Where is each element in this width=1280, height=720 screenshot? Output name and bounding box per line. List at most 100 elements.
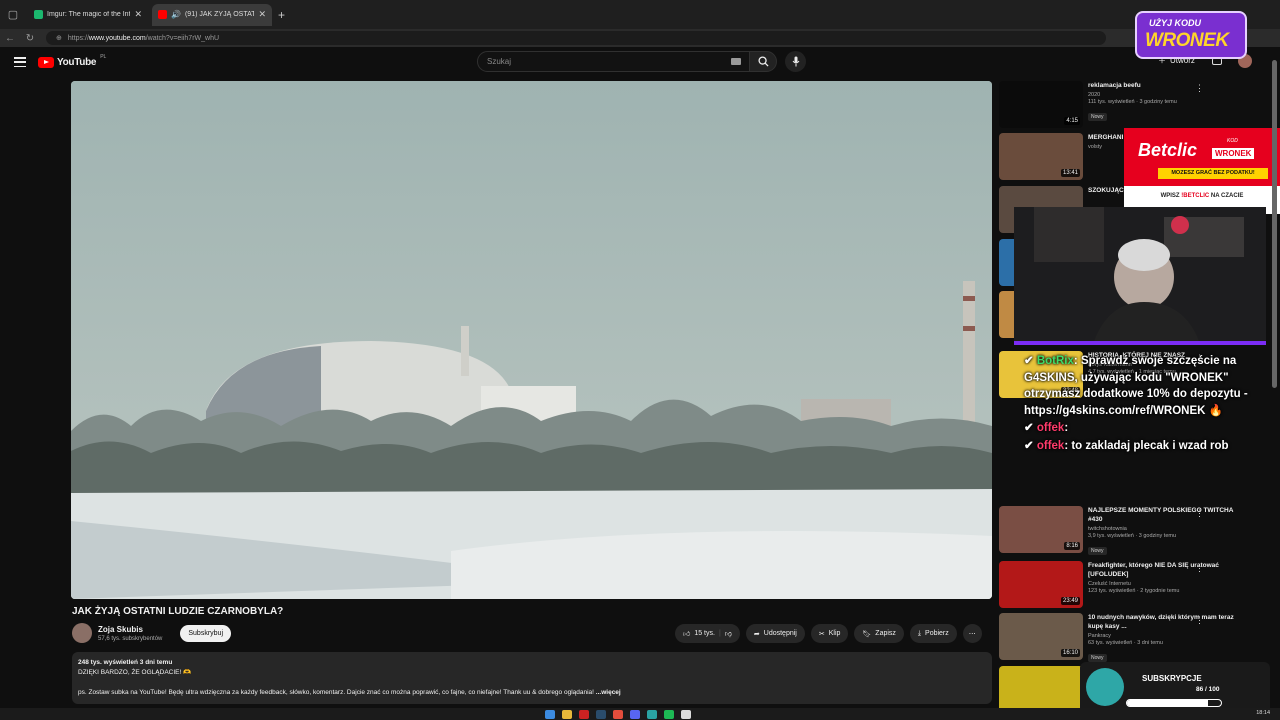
recommended-video[interactable]: 16:10 10 nudnych nawyków, dzięki którym m…: [999, 613, 1269, 663]
browser-icon[interactable]: [647, 709, 657, 719]
video-thumbnail[interactable]: [999, 666, 1083, 713]
video-duration: 4:15: [1064, 117, 1080, 125]
video-duration: 16:10: [1060, 649, 1080, 657]
video-description[interactable]: 248 tys. wyświetleń 3 dni temu DZIĘKI BA…: [72, 652, 992, 704]
more-actions-button[interactable]: ⋯: [962, 624, 982, 643]
tab-youtube[interactable]: 🔊 (91) JAK ŻYJĄ OSTATNI LUDZ ✕: [152, 3, 272, 26]
video-title[interactable]: Freakfighter, którego NIE DA SIĘ uratowa…: [1088, 561, 1238, 579]
channel-name[interactable]: Zoja Skubis: [98, 625, 162, 634]
save-button[interactable]: 🔖︎ Zapisz: [854, 624, 904, 643]
thumbs-up-icon: 👍︎: [683, 631, 691, 638]
url-field[interactable]: ⊕ https://www.youtube.com/watch?v=eiih7r…: [46, 31, 1106, 45]
video-thumbnail[interactable]: 4:15: [999, 81, 1083, 128]
microphone-icon: [792, 56, 799, 67]
share-button[interactable]: ➦ Udostępnij: [745, 624, 805, 643]
video-thumbnail[interactable]: 8:16: [999, 506, 1083, 553]
subscription-goal: SUBSKRYPCJE 86 / 100: [1080, 662, 1270, 714]
betclic-code: WRONEK: [1212, 148, 1255, 159]
new-badge: Nowy: [1088, 547, 1107, 555]
video-info: 10 nudnych nawyków, dzięki którym mam te…: [1088, 613, 1238, 664]
os-taskbar: 18:14: [0, 708, 1280, 720]
video-thumbnail[interactable]: 23:49: [999, 561, 1083, 608]
chrome-icon[interactable]: [613, 709, 623, 719]
like-count: 15 tys.: [694, 630, 715, 637]
spotify-icon[interactable]: [664, 709, 674, 719]
more-options-icon[interactable]: ⋮: [1195, 615, 1204, 626]
betclic-bottom-b: !BETCLIC: [1181, 193, 1210, 199]
download-button[interactable]: ⤓ Pobierz: [909, 624, 957, 643]
start-icon[interactable]: [545, 709, 555, 719]
video-info: reklamacja beefu 2020 111 tys. wyświetleń …: [1088, 81, 1238, 123]
region-label: PL: [100, 54, 107, 60]
save-label: Zapisz: [875, 630, 896, 637]
chat-user: offek: [1036, 439, 1065, 452]
stream-chat: ✔ BotRix: Sprawdź swoje szczęście na G4S…: [1024, 353, 1259, 455]
recommended-video[interactable]: 4:15 reklamacja beefu 2020 111 tys. wyświet…: [999, 81, 1269, 131]
clip-button[interactable]: ✂ Klip: [810, 624, 849, 643]
youtube-favicon-icon: [158, 10, 167, 19]
url-host: www.youtube.com: [88, 34, 146, 42]
goal-progress-fill: [1127, 700, 1208, 706]
close-tab-icon[interactable]: ✕: [134, 9, 142, 20]
site-info-icon[interactable]: ⊕: [56, 34, 62, 42]
recommended-video[interactable]: 8:16 NAJLEPSZE MOMENTY POLSKIEGO TWITCHA …: [999, 506, 1269, 556]
voice-search-button[interactable]: [785, 51, 806, 72]
window-menu-icon[interactable]: ▢: [2, 4, 24, 26]
recommended-video[interactable]: 23:49 Freakfighter, którego NIE DA SIĘ ur…: [999, 561, 1269, 611]
subscribe-button[interactable]: Subskrybuj: [180, 624, 232, 642]
page-scrollbar[interactable]: [1272, 60, 1277, 388]
video-actions: 👍︎ 15 tys. | 👎︎ ➦ Udostępnij ✂ Klip 🔖︎ Zapisz …: [675, 624, 982, 643]
app-icon[interactable]: [579, 709, 589, 719]
search-input[interactable]: Szukaj: [477, 51, 750, 72]
file-explorer-icon[interactable]: [562, 709, 572, 719]
video-views: 3,9 tys. wyświetleń · 3 godziny temu: [1088, 533, 1177, 539]
video-title[interactable]: 10 nudnych nawyków, dzięki którym mam te…: [1088, 613, 1238, 631]
youtube-logo[interactable]: YouTube PL: [38, 54, 107, 68]
video-title[interactable]: NAJLEPSZE MOMENTY POLSKIEGO TWITCHA #430: [1088, 506, 1238, 524]
thumbs-down-icon[interactable]: 👎︎: [725, 629, 732, 638]
new-tab-icon[interactable]: +: [278, 8, 285, 22]
more-options-icon[interactable]: ⋮: [1195, 563, 1204, 574]
close-tab-icon[interactable]: ✕: [258, 9, 266, 20]
video-info: Freakfighter, którego NIE DA SIĘ uratowa…: [1088, 561, 1238, 594]
goal-label: SUBSKRYPCJE: [1142, 674, 1202, 683]
tab-label: (91) JAK ŻYJĄ OSTATNI LUDZ: [184, 11, 255, 18]
like-button[interactable]: 👍︎ 15 tys. | 👎︎: [675, 624, 740, 643]
audio-playing-icon[interactable]: 🔊: [171, 10, 181, 19]
more-options-icon[interactable]: ⋮: [1195, 508, 1204, 519]
reload-icon[interactable]: ↻: [20, 33, 40, 44]
tab-imgur[interactable]: Imgur: The magic of the Internet ✕: [28, 4, 148, 26]
steam-icon[interactable]: [596, 709, 606, 719]
youtube-play-icon: [38, 56, 54, 68]
betclic-bottom-c: NA CZACIE: [1209, 193, 1244, 199]
chat-text: : to zakladaj plecak i wzad rob: [1064, 439, 1229, 452]
show-more-link[interactable]: ...więcej: [596, 689, 621, 696]
search-button[interactable]: [749, 51, 777, 72]
new-badge: Nowy: [1088, 113, 1107, 121]
betclic-banner: MOZESZ GRAĆ BEZ PODATKU!: [1158, 168, 1268, 179]
more-options-icon[interactable]: ⋮: [1195, 83, 1204, 94]
video-channel[interactable]: 2020: [1088, 92, 1238, 98]
share-label: Udostępnij: [763, 630, 797, 637]
more-dots-icon: ⋯: [968, 630, 976, 638]
video-channel[interactable]: Czeluść Internetu: [1088, 581, 1238, 587]
keyboard-icon[interactable]: [731, 58, 741, 65]
video-thumbnail[interactable]: 13:41: [999, 133, 1083, 180]
address-bar-row: ← ↻ ⊕ https://www.youtube.com/watch?v=ei…: [0, 29, 1280, 47]
discord-icon[interactable]: [630, 709, 640, 719]
imgur-favicon-icon: [34, 10, 43, 19]
search-icon: [757, 56, 769, 67]
app2-icon[interactable]: [681, 709, 691, 719]
promo-line-2: WRONEK: [1145, 30, 1229, 51]
menu-icon[interactable]: [14, 57, 26, 67]
goal-progress-bar: [1126, 699, 1222, 707]
video-player[interactable]: [71, 81, 992, 599]
channel-avatar[interactable]: [72, 623, 92, 643]
description-line-1: DZIĘKI BARDZO, ŻE OGLĄDACIE! 🫶: [78, 669, 192, 676]
video-thumbnail[interactable]: 16:10: [999, 613, 1083, 660]
back-icon[interactable]: ←: [0, 33, 20, 44]
video-title[interactable]: reklamacja beefu: [1088, 81, 1238, 90]
video-channel[interactable]: twitchshotownia: [1088, 526, 1238, 532]
goal-count: 86 / 100: [1196, 686, 1220, 693]
video-channel[interactable]: Pankracy: [1088, 633, 1238, 639]
